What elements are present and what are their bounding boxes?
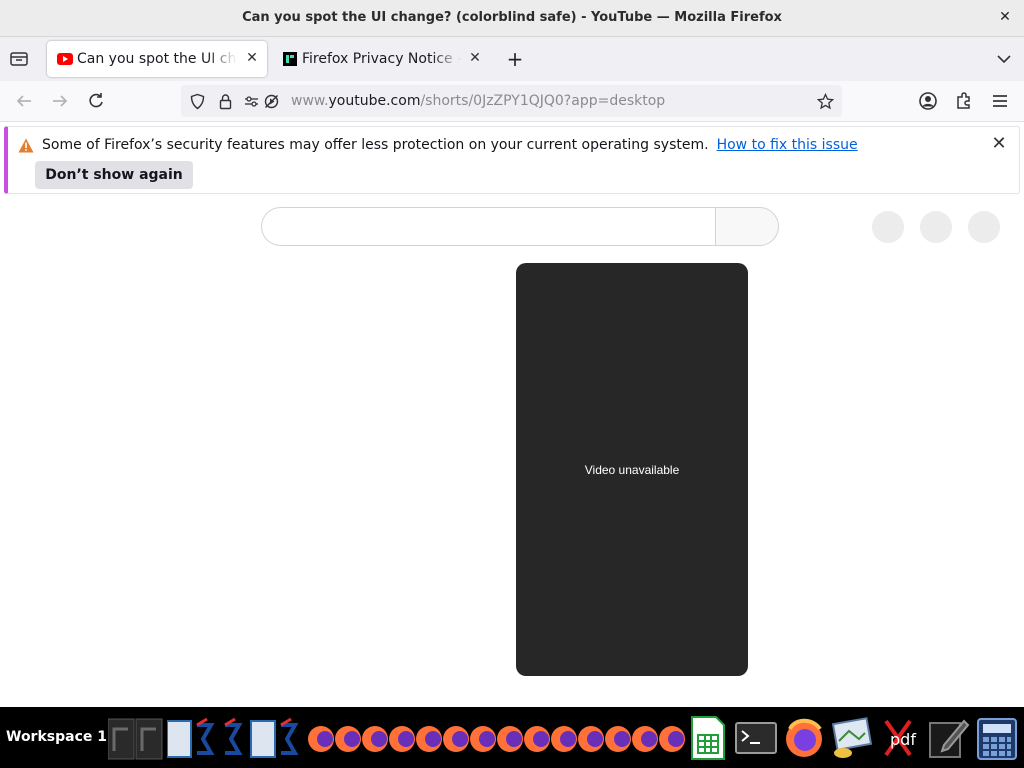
mozilla-icon xyxy=(283,52,297,66)
tab-close-button[interactable]: ✕ xyxy=(468,51,482,65)
spreadsheet-icon[interactable] xyxy=(688,715,728,761)
notification-message: Some of Firefox’s security features may … xyxy=(42,137,858,153)
account-icon xyxy=(919,92,937,110)
address-bar[interactable]: www.youtube.com/shorts/0JzZPY1QJQ0?app=d… xyxy=(181,85,842,117)
shorts-player[interactable]: Video unavailable xyxy=(516,263,748,676)
pdf-viewer-icon[interactable]: pdf xyxy=(880,715,924,761)
notification-text: Some of Firefox’s security features may … xyxy=(42,137,709,153)
url-text[interactable]: www.youtube.com/shorts/0JzZPY1QJQ0?app=d… xyxy=(291,93,665,109)
tab-youtube[interactable]: Can you spot the UI change? (colorblind … xyxy=(47,41,267,77)
pdf-label: pdf xyxy=(890,730,916,749)
title-bar: Can you spot the UI change? (colorblind … xyxy=(0,0,1024,37)
youtube-icon xyxy=(57,53,73,65)
firefox-view-button[interactable] xyxy=(9,50,29,68)
puzzle-piece-icon xyxy=(957,92,970,109)
forward-arrow-icon xyxy=(53,95,68,107)
window-title: Can you spot the UI change? (colorblind … xyxy=(242,10,782,25)
tab-close-button[interactable]: ✕ xyxy=(245,51,259,65)
new-tab-button[interactable]: + xyxy=(505,49,525,69)
workspace-label[interactable]: Workspace 1 xyxy=(6,729,107,745)
back-arrow-icon xyxy=(16,95,31,107)
text-editor-icon[interactable] xyxy=(926,715,970,761)
hamburger-menu-icon xyxy=(993,95,1007,107)
how-to-fix-link[interactable]: How to fix this issue xyxy=(717,137,858,153)
terminal-icon[interactable] xyxy=(734,715,778,761)
account-button[interactable] xyxy=(918,91,938,111)
document-windows-icon[interactable] xyxy=(167,715,305,761)
lock-icon[interactable] xyxy=(217,93,234,110)
firefox-view-icon xyxy=(10,52,28,66)
search-input[interactable] xyxy=(261,207,717,246)
window-close-button[interactable]: ✕ xyxy=(998,8,1012,26)
tracking-protection-shield-icon[interactable] xyxy=(189,93,206,110)
url-host: youtube.com xyxy=(328,93,421,109)
firefox-windows-icon[interactable] xyxy=(307,715,685,761)
taskbar: Workspace 1 pdf xyxy=(0,707,1024,768)
window-thumbnail-icon[interactable] xyxy=(108,715,164,761)
extensions-button[interactable] xyxy=(954,91,974,111)
navigation-toolbar: www.youtube.com/shorts/0JzZPY1QJQ0?app=d… xyxy=(0,81,1024,122)
url-path: /shorts/0JzZPY1QJQ0?app=desktop xyxy=(420,93,666,109)
bookmark-star-icon[interactable] xyxy=(817,93,834,110)
autoplay-blocked-icon[interactable] xyxy=(263,93,280,110)
dont-show-again-button[interactable]: Don’t show again xyxy=(35,161,193,189)
create-button[interactable] xyxy=(872,211,904,243)
tab-strip: Can you spot the UI change? (colorblind … xyxy=(0,37,1024,81)
chevron-down-icon xyxy=(997,55,1011,64)
page-content: Video unavailable xyxy=(0,199,1024,707)
tab-label: Can you spot the UI change? (colorblind … xyxy=(77,51,237,67)
back-button[interactable] xyxy=(14,91,34,111)
app-menu-button[interactable] xyxy=(990,91,1010,111)
tab-privacy-notice[interactable]: Firefox Privacy Notice — Mozilla ✕ xyxy=(272,41,490,77)
search-button[interactable] xyxy=(715,207,779,246)
image-viewer-icon[interactable] xyxy=(829,715,875,761)
security-notification-bar: Some of Firefox’s security features may … xyxy=(4,126,1020,194)
permissions-icon[interactable] xyxy=(244,93,259,110)
avatar[interactable] xyxy=(968,211,1000,243)
warning-icon xyxy=(18,138,34,153)
forward-button[interactable] xyxy=(50,91,70,111)
tab-label: Firefox Privacy Notice — Mozilla xyxy=(302,51,462,67)
reload-icon xyxy=(89,93,103,108)
reload-button[interactable] xyxy=(86,91,106,111)
notification-close-button[interactable]: ✕ xyxy=(991,135,1007,153)
firefox-icon[interactable] xyxy=(782,715,826,761)
list-all-tabs-button[interactable] xyxy=(996,51,1012,65)
video-unavailable-message: Video unavailable xyxy=(584,463,680,477)
notifications-button[interactable] xyxy=(920,211,952,243)
url-prefix: www. xyxy=(291,93,329,109)
calculator-icon[interactable] xyxy=(974,715,1020,761)
